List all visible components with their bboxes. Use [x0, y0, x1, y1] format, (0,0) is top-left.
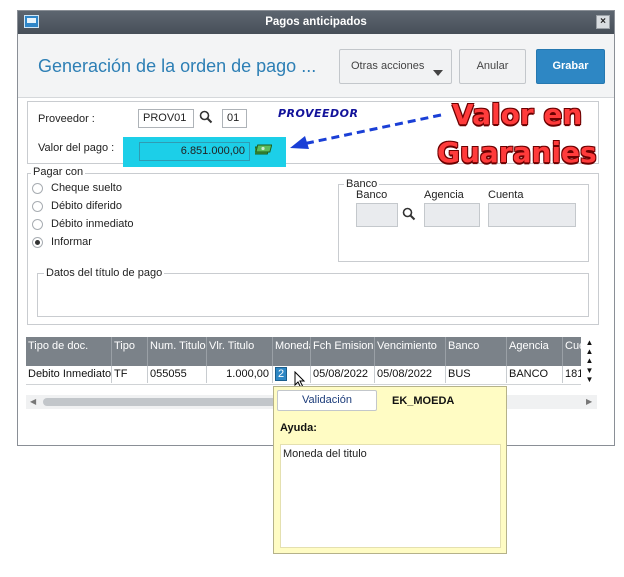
save-button[interactable]: Grabar [536, 49, 605, 84]
close-button[interactable]: × [596, 15, 610, 29]
scroll-thumb[interactable] [43, 398, 283, 406]
radio-immediate-debit[interactable] [32, 219, 43, 230]
account-field[interactable] [488, 203, 576, 227]
validation-button[interactable]: Validación [277, 390, 377, 411]
page-title: Generación de la orden de pago ... [38, 56, 317, 76]
other-actions-label: Otras acciones [351, 60, 425, 72]
radio-deferred-debit[interactable] [32, 201, 43, 212]
search-icon[interactable] [199, 110, 213, 124]
radio-cheque[interactable] [32, 183, 43, 194]
radio-cheque-label: Cheque suelto [51, 182, 122, 194]
cell-agency[interactable]: BANCO [507, 366, 563, 383]
title-data-title: Datos del título de pago [44, 267, 165, 279]
chevron-down-icon [433, 70, 443, 76]
bank-field[interactable] [356, 203, 398, 227]
radio-deferred-debit-label: Débito diferido [51, 200, 122, 212]
cell-bank[interactable]: BUS [446, 366, 507, 383]
title-data-group [37, 273, 589, 317]
title-bar: Pagos anticipados [18, 11, 614, 34]
agency-field[interactable] [424, 203, 480, 227]
cell-type[interactable]: TF [112, 366, 148, 383]
value-annotation-line1: Valor en [452, 98, 583, 131]
grid-header: Tipo de doc. Tipo Num. Titulo Vlr. Titul… [26, 337, 581, 366]
annotation-arrow-icon [290, 113, 442, 149]
scroll-bottom-icon[interactable]: ▼ [583, 375, 596, 385]
help-label: Ayuda: [280, 422, 317, 434]
cancel-button[interactable]: Anular [459, 49, 526, 84]
radio-inform[interactable] [32, 237, 43, 248]
popup-field-name: EK_MOEDA [392, 395, 455, 407]
payment-value-label: Valor del pago : [38, 142, 115, 154]
cell-title-value[interactable]: 1.000,00 [207, 366, 273, 383]
col-type[interactable]: Tipo [112, 337, 148, 366]
payment-value-field[interactable]: 6.851.000,00 [139, 142, 250, 161]
app-icon [24, 15, 39, 28]
help-text: Moneda del titulo [283, 448, 367, 460]
agency-label: Agencia [424, 189, 464, 201]
radio-inform-label: Informar [51, 236, 92, 248]
cell-account[interactable]: 181 [563, 366, 581, 383]
bank-label: Banco [356, 189, 388, 201]
window-title: Pagos anticipados [265, 16, 367, 28]
other-actions-button[interactable]: Otras acciones [339, 49, 452, 84]
cell-doc-type[interactable]: Debito Inmediato [26, 366, 112, 383]
grid-vertical-scrollbar[interactable]: ▲ ▲ ▲ ▼ ▼ [581, 337, 597, 385]
col-title-value[interactable]: Vlr. Titulo [207, 337, 273, 366]
col-bank[interactable]: Banco [446, 337, 507, 366]
col-issue-date[interactable]: Fch Emision [311, 337, 375, 366]
supplier-code-field[interactable]: PROV01 [138, 109, 194, 128]
cell-currency-value[interactable]: 2 [275, 367, 288, 381]
col-currency[interactable]: Moneda [273, 337, 311, 366]
pay-with-title: Pagar con [31, 166, 86, 178]
supplier-store-field[interactable]: 01 [222, 109, 247, 128]
radio-immediate-debit-label: Débito inmediato [51, 218, 134, 230]
col-title-number[interactable]: Num. Titulo [148, 337, 207, 366]
scroll-left-icon[interactable]: ◀ [30, 397, 36, 406]
account-label: Cuenta [488, 189, 524, 201]
scroll-right-icon[interactable]: ▶ [586, 397, 592, 406]
cell-due-date[interactable]: 05/08/2022 [375, 366, 446, 383]
col-doc-type[interactable]: Tipo de doc. [26, 337, 112, 366]
cell-issue-date[interactable]: 05/08/2022 [311, 366, 375, 383]
col-account[interactable]: Cue [563, 337, 581, 366]
col-due-date[interactable]: Vencimiento [375, 337, 446, 366]
scroll-up-icon[interactable]: ▲ [583, 356, 596, 366]
bank-search-icon[interactable] [402, 207, 416, 221]
money-icon[interactable] [252, 144, 273, 156]
value-annotation-line2: Guaranies [437, 136, 597, 169]
cell-title-number[interactable]: 055055 [148, 366, 207, 383]
supplier-label: Proveedor : [38, 113, 95, 125]
col-agency[interactable]: Agencia [507, 337, 563, 366]
